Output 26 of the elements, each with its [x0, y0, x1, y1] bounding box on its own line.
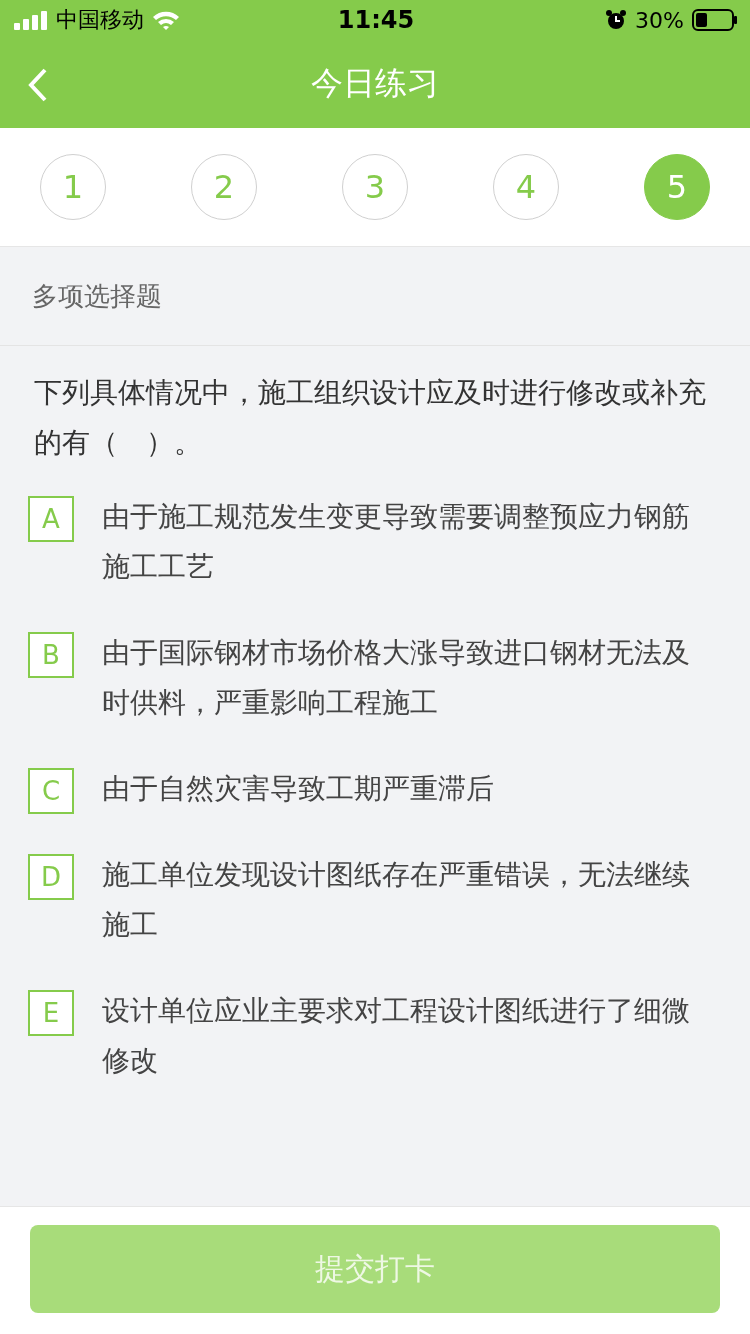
option-text[interactable]: 由于国际钢材市场价格大涨导致进口钢材无法及时供料，严重影响工程施工	[102, 628, 716, 728]
option-text[interactable]: 由于自然灾害导致工期严重滞后	[102, 764, 494, 814]
question-number-tab[interactable]: 4	[493, 154, 559, 220]
carrier-name: 中国移动	[56, 6, 144, 34]
option-letter[interactable]: D	[28, 854, 74, 900]
option-text[interactable]: 由于施工规范发生变更导致需要调整预应力钢筋施工工艺	[102, 492, 716, 592]
battery-icon	[692, 9, 738, 31]
question-type-label: 多项选择题	[32, 279, 162, 313]
option-text[interactable]: 施工单位发现设计图纸存在严重错误，无法继续施工	[102, 850, 716, 950]
alarm-clock-icon	[605, 9, 628, 31]
page-title: 今日练习	[311, 63, 439, 104]
option-letter[interactable]: E	[28, 990, 74, 1036]
option-letter[interactable]: C	[28, 768, 74, 814]
chevron-left-icon	[28, 68, 48, 102]
battery-percent: 30%	[635, 7, 684, 33]
question-number-tab[interactable]: 5	[644, 154, 710, 220]
option-letter[interactable]: B	[28, 632, 74, 678]
question-number-tab[interactable]: 3	[342, 154, 408, 220]
question-text: 下列具体情况中，施工组织设计应及时进行修改或补充的有（ ）。	[34, 375, 707, 461]
signal-icon	[14, 10, 48, 30]
wifi-icon	[152, 10, 180, 30]
status-time: 11:45	[337, 6, 415, 34]
question-number-tab[interactable]: 2	[191, 154, 257, 220]
option-text[interactable]: 设计单位应业主要求对工程设计图纸进行了细微修改	[102, 986, 716, 1086]
option-letter[interactable]: A	[28, 496, 74, 542]
question-number-tab[interactable]: 1	[40, 154, 106, 220]
